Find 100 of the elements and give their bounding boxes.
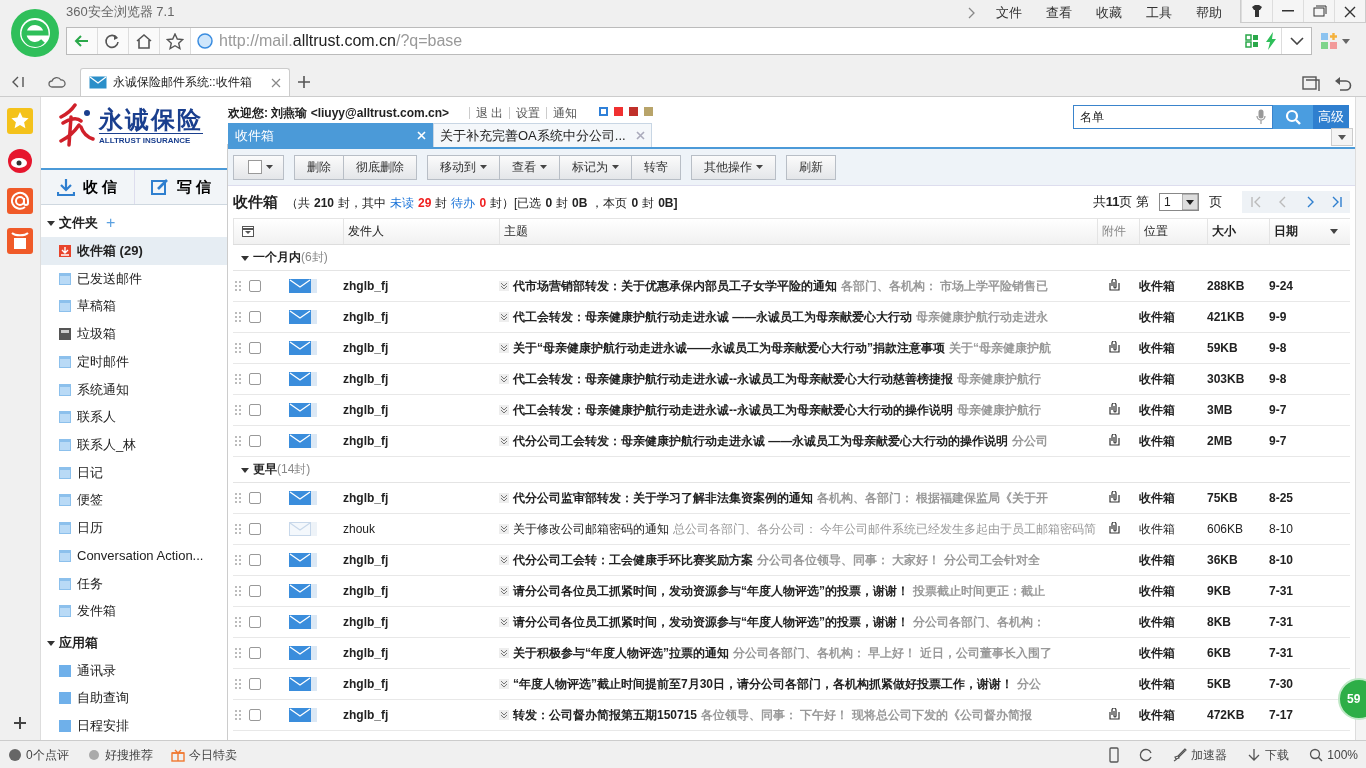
- checkbox[interactable]: [249, 709, 261, 721]
- filter-link[interactable]: 未读: [390, 194, 415, 212]
- checkbox[interactable]: [249, 647, 261, 659]
- toolbar-button[interactable]: 转寄: [632, 154, 681, 180]
- status-item[interactable]: 0个点评: [8, 746, 69, 764]
- checkbox[interactable]: [249, 492, 261, 504]
- receive-button[interactable]: 收 信: [41, 169, 134, 205]
- expand-icon[interactable]: [499, 281, 509, 291]
- drag-handle-icon[interactable]: [235, 436, 241, 446]
- compose-button[interactable]: 写 信: [133, 169, 227, 205]
- subject-link[interactable]: 请分公司各位员工抓紧时间，发动资源参与“年度人物评选”的投票，谢谢！: [513, 613, 909, 631]
- group-header[interactable]: 一个月内(6封): [233, 245, 1350, 271]
- drag-handle-icon[interactable]: [235, 493, 241, 503]
- browser-tab[interactable]: 永诚保险邮件系统::收件箱: [80, 68, 290, 96]
- expand-icon[interactable]: [499, 405, 509, 415]
- subject-link[interactable]: 关于积极参与“年度人物评选”拉票的通知: [513, 644, 729, 662]
- status-item[interactable]: 今日特卖: [170, 746, 237, 764]
- menu-item[interactable]: 查看: [1046, 4, 1072, 22]
- column-menu-icon[interactable]: [242, 226, 254, 237]
- folder-item[interactable]: 日记: [41, 458, 227, 487]
- drag-handle-icon[interactable]: [235, 617, 241, 627]
- group-header[interactable]: 更早(14封): [233, 457, 1350, 483]
- advanced-search-button[interactable]: 高级: [1313, 105, 1349, 129]
- extensions-button[interactable]: [1320, 32, 1350, 50]
- expand-icon[interactable]: [499, 679, 509, 689]
- subject-link[interactable]: 关于修改公司邮箱密码的通知: [513, 520, 669, 538]
- checkbox[interactable]: [249, 311, 261, 323]
- status-item[interactable]: 好搜推荐: [86, 746, 153, 764]
- checkbox[interactable]: [249, 678, 261, 690]
- menu-item[interactable]: 帮助: [1196, 4, 1222, 22]
- mail-button[interactable]: [6, 187, 34, 215]
- folder-item[interactable]: 自助查询: [41, 684, 227, 713]
- column-header[interactable]: 附件: [1097, 219, 1139, 244]
- reload-button[interactable]: [98, 28, 129, 54]
- expand-icon[interactable]: [499, 312, 509, 322]
- checkbox[interactable]: [249, 523, 261, 535]
- bookmark-button[interactable]: [160, 28, 191, 54]
- subject-link[interactable]: 代分公司工会转：工会健康手环比赛奖励方案: [513, 551, 753, 569]
- checkbox[interactable]: [249, 404, 261, 416]
- subject-link[interactable]: 转发：公司督办简报第五期150715: [513, 706, 698, 724]
- subject-link[interactable]: 代市场营销部转发：关于优惠承保内部员工子女学平险的通知: [513, 277, 837, 295]
- checkbox[interactable]: [249, 280, 261, 292]
- checkbox[interactable]: [249, 554, 261, 566]
- subject-link[interactable]: 代工会转发：母亲健康护航行动走进永诚--永诚员工为母亲献爱心大行动慈善榜捷报: [513, 370, 953, 388]
- theme-swatch[interactable]: [614, 107, 624, 116]
- folder-item[interactable]: 任务: [41, 569, 227, 598]
- drag-handle-icon[interactable]: [235, 648, 241, 658]
- column-header[interactable]: 大小: [1207, 219, 1269, 244]
- subject-link[interactable]: 关于“母亲健康护航行动走进永诚——永诚员工为母亲献爱心大行动”捐款注意事项: [513, 339, 945, 357]
- expand-icon[interactable]: [499, 586, 509, 596]
- checkbox[interactable]: [249, 616, 261, 628]
- toolbar-button[interactable]: 彻底删除: [344, 154, 417, 180]
- expand-icon[interactable]: [499, 710, 509, 720]
- section-header[interactable]: 文件夹 +: [41, 209, 227, 238]
- folder-item[interactable]: 草稿箱: [41, 292, 227, 321]
- drag-handle-icon[interactable]: [235, 555, 241, 565]
- tab-list-icon[interactable]: [1302, 76, 1320, 92]
- menu-button[interactable]: 查看: [500, 154, 560, 180]
- expand-icon[interactable]: [499, 343, 509, 353]
- expand-icon[interactable]: [499, 555, 509, 565]
- menu-item[interactable]: 工具: [1146, 4, 1172, 22]
- undo-icon[interactable]: [1334, 76, 1352, 92]
- folder-item[interactable]: 联系人: [41, 403, 227, 432]
- home-button[interactable]: [129, 28, 160, 54]
- checkbox[interactable]: [249, 342, 261, 354]
- close-button[interactable]: [1334, 0, 1365, 22]
- search-field[interactable]: 名单: [1073, 105, 1273, 129]
- folder-item[interactable]: 已发送邮件: [41, 264, 227, 293]
- expand-icon[interactable]: [499, 436, 509, 446]
- folder-item[interactable]: 日程安排: [41, 712, 227, 740]
- column-header[interactable]: 发件人: [343, 219, 499, 244]
- drag-handle-icon[interactable]: [235, 679, 241, 689]
- drag-handle-icon[interactable]: [235, 312, 241, 322]
- weibo-button[interactable]: [6, 147, 34, 175]
- drag-handle-icon[interactable]: [235, 524, 241, 534]
- expand-icon[interactable]: [499, 493, 509, 503]
- drag-handle-icon[interactable]: [235, 281, 241, 291]
- folder-item[interactable]: 垃圾箱: [41, 320, 227, 348]
- favorites-button[interactable]: [6, 107, 34, 135]
- tab-menu-button[interactable]: [1331, 128, 1353, 146]
- menu-item[interactable]: 文件: [996, 4, 1022, 22]
- toolbar-button[interactable]: 删除: [294, 154, 344, 180]
- expand-icon[interactable]: [499, 648, 509, 658]
- folder-item[interactable]: 便签: [41, 486, 227, 515]
- folder-item[interactable]: 日历: [41, 514, 227, 542]
- folder-item[interactable]: 收件箱 (29): [41, 237, 227, 265]
- column-header[interactable]: 日期: [1269, 219, 1350, 244]
- toolbar-button[interactable]: 刷新: [786, 154, 836, 180]
- theme-swatch[interactable]: [599, 107, 609, 116]
- section-header[interactable]: 应用箱: [41, 629, 227, 657]
- drag-handle-icon[interactable]: [235, 586, 241, 596]
- skin-button[interactable]: [1241, 0, 1272, 22]
- status-item[interactable]: 加速器: [1173, 746, 1228, 764]
- menu-button[interactable]: 其他操作: [691, 154, 776, 180]
- subject-link[interactable]: “年度人物评选”截止时间提前至7月30日，请分公司各部门，各机构抓紧做好投票工作，谢谢！: [513, 675, 1014, 693]
- folder-item[interactable]: Conversation Action...: [41, 542, 227, 570]
- header-link[interactable]: 退 出: [469, 107, 510, 119]
- folder-item[interactable]: 系统通知: [41, 375, 227, 404]
- zoom-control[interactable]: 100%: [1309, 748, 1358, 762]
- filter-link[interactable]: 待办: [451, 194, 476, 212]
